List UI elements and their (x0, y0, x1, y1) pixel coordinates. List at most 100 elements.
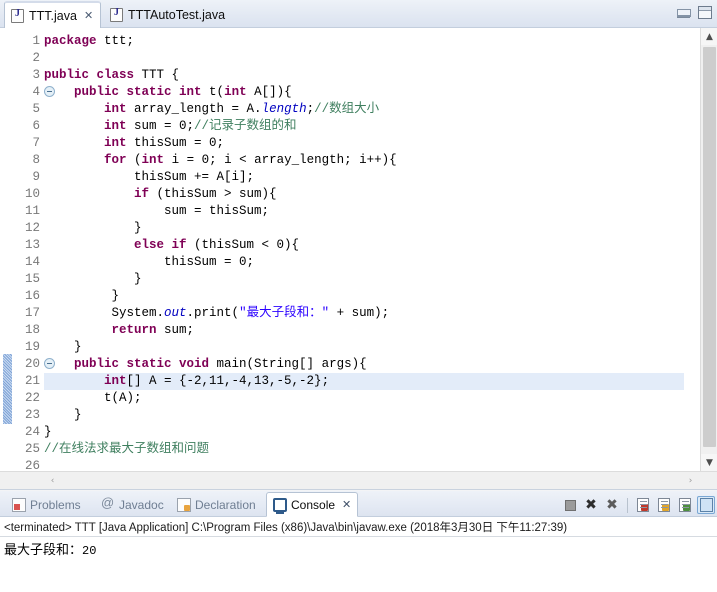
code-token: int (104, 374, 127, 388)
code-line[interactable]: //在线法求最大子数组和问题 (44, 441, 209, 458)
scroll-down-icon[interactable]: ▼ (701, 454, 717, 471)
line-number: 24 (24, 425, 40, 439)
editor-tab-label: TTTAutoTest.java (128, 8, 226, 22)
line-number: 10 (24, 187, 40, 201)
word-wrap-icon (679, 498, 691, 512)
scroll-lock-icon (658, 498, 670, 512)
minimize-icon[interactable] (677, 8, 691, 18)
line-number: 14 (24, 255, 40, 269)
code-token: i = 0; i < array_length; i++){ (171, 153, 397, 167)
code-line[interactable]: int thisSum = 0; (44, 135, 224, 152)
line-number: 23 (24, 408, 40, 422)
scroll-up-icon[interactable]: ▲ (701, 28, 717, 45)
clear-badge-icon (641, 504, 648, 511)
code-token: .print( (186, 306, 240, 320)
code-line[interactable]: if (thisSum > sum){ (44, 186, 277, 203)
code-line[interactable]: } (44, 339, 82, 356)
tab-declaration[interactable]: Declaration (171, 493, 262, 517)
code-line[interactable]: int sum = 0;//记录子数组的和 (44, 118, 297, 135)
tab-javadoc[interactable]: Javadoc (95, 493, 170, 517)
code-line[interactable]: int array_length = A.length;//数组大小 (44, 101, 379, 118)
code-line[interactable]: thisSum += A[i]; (44, 169, 254, 186)
close-icon[interactable]: ✕ (84, 10, 93, 21)
clear-console-icon (637, 498, 649, 512)
scroll-right-icon[interactable]: › (682, 472, 699, 489)
console-output-panel[interactable]: <terminated> TTT [Java Application] C:\P… (0, 517, 717, 592)
line-number: 7 (32, 136, 40, 150)
fold-collapse-icon[interactable] (44, 86, 55, 97)
code-line[interactable]: public class TTT { (44, 67, 179, 84)
code-line[interactable]: package ttt; (44, 33, 134, 50)
tab-label: Declaration (195, 498, 256, 512)
code-token: ; (306, 102, 315, 116)
line-number: 16 (24, 289, 40, 303)
code-token: else if (134, 238, 195, 252)
code-token: for (104, 153, 135, 167)
code-token: + sum); (329, 306, 390, 320)
code-editor[interactable]: 1 2 3 4 5 6 7 8 9 10 11 12 13 14 15 16 17 18 19 20 21 22 23 24 2… (0, 28, 717, 490)
maximize-icon[interactable] (698, 6, 712, 19)
wrap-badge-icon (683, 504, 690, 511)
remove-all-terminated-button[interactable]: ✖ (603, 496, 621, 514)
clear-console-button[interactable] (634, 496, 652, 514)
editor-tab-tttautotest-java[interactable]: TTTAutoTest.java (104, 2, 232, 28)
code-line[interactable]: else if (thisSum < 0){ (44, 237, 299, 254)
code-line[interactable]: int[] A = {-2,11,-4,13,-5,-2}; (44, 373, 329, 390)
terminate-all-button[interactable]: ✖ (582, 496, 600, 514)
line-number: 17 (24, 306, 40, 320)
code-token: //记录子数组的和 (194, 119, 297, 133)
line-number: 18 (24, 323, 40, 337)
code-token: int (104, 136, 135, 150)
code-line[interactable]: t(A); (44, 390, 142, 407)
pin-console-button[interactable] (697, 496, 715, 514)
code-line[interactable]: for (int i = 0; i < array_length; i++){ (44, 152, 397, 169)
code-line[interactable]: } (44, 288, 120, 305)
word-wrap-button[interactable] (676, 496, 694, 514)
pin-icon (699, 498, 713, 512)
code-line[interactable]: } (44, 407, 82, 424)
editor-horizontal-scrollbar[interactable]: ‹ › (0, 471, 717, 489)
code-line[interactable]: } (44, 271, 142, 288)
code-line[interactable]: public static int t(int A[]){ (44, 84, 292, 101)
code-line[interactable]: public static void main(String[] args){ (44, 356, 367, 373)
code-token: public static int (74, 85, 210, 99)
vertical-scroll-thumb[interactable] (703, 47, 716, 447)
tab-label: Javadoc (119, 498, 164, 512)
source-code-text[interactable]: package ttt; public class TTT { public st… (44, 28, 684, 471)
code-token: sum = thisSum; (44, 204, 270, 218)
line-number: 25 (24, 442, 40, 456)
scroll-lock-button[interactable] (655, 496, 673, 514)
code-token: thisSum = 0; (44, 255, 255, 269)
editor-window-controls (677, 6, 712, 19)
code-line[interactable]: } (44, 220, 142, 237)
changed-lines-marker (3, 354, 12, 424)
terminate-button[interactable] (561, 496, 579, 514)
code-line[interactable]: thisSum = 0; (44, 254, 254, 271)
code-token: } (44, 221, 142, 235)
code-line[interactable]: } (44, 424, 52, 441)
console-process-line: <terminated> TTT [Java Application] C:\P… (4, 522, 568, 534)
code-token: sum; (164, 323, 195, 337)
scroll-left-icon[interactable]: ‹ (44, 472, 61, 489)
close-icon[interactable]: ✕ (342, 498, 351, 511)
editor-vertical-scrollbar[interactable]: ▲ ▼ (700, 28, 717, 471)
tab-problems[interactable]: Problems (6, 493, 87, 517)
tab-console[interactable]: Console ✕ (266, 492, 359, 517)
code-token: ttt; (104, 34, 135, 48)
fold-collapse-icon[interactable] (44, 358, 55, 369)
code-line[interactable]: return sum; (44, 322, 195, 339)
change-marker-bar (0, 28, 14, 471)
line-number: 19 (24, 340, 40, 354)
java-file-icon (110, 7, 123, 22)
console-icon (273, 497, 287, 514)
editor-tab-ttt-java[interactable]: TTT.java ✕ (4, 1, 102, 29)
code-token: array_length = A. (134, 102, 262, 116)
code-line[interactable]: System.out.print("最大子段和：" + sum); (44, 305, 390, 322)
code-line[interactable]: sum = thisSum; (44, 203, 269, 220)
